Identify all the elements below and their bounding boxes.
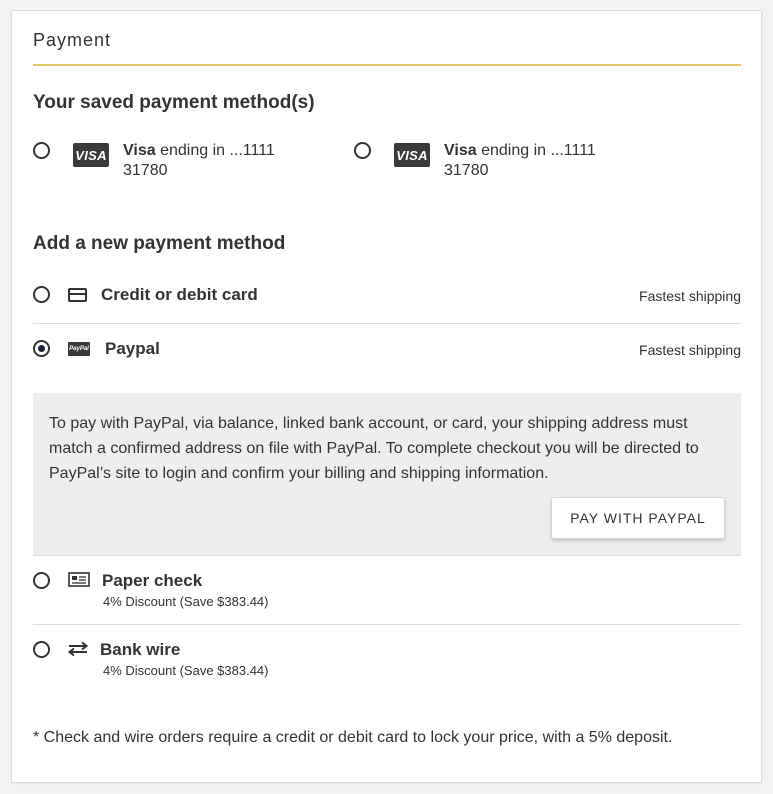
credit-card-radio[interactable] (33, 286, 50, 303)
saved-method-1-text: ending in ...1111 (155, 142, 275, 159)
bank-wire-discount: 4% Discount (Save $383.44) (103, 663, 269, 678)
visa-icon: VISA (73, 143, 109, 167)
pay-with-paypal-button[interactable]: PAY WITH PAYPAL (551, 497, 725, 539)
saved-method-1-brand: Visa (123, 142, 156, 159)
saved-method-2-brand: Visa (444, 142, 477, 159)
transfer-arrows-icon (68, 642, 88, 656)
payment-card: Payment Your saved payment method(s) VIS… (11, 10, 762, 783)
bank-wire-radio[interactable] (33, 641, 50, 658)
section-title: Payment (33, 30, 112, 50)
visa-icon: VISA (394, 143, 430, 167)
paypal-info-text: To pay with PayPal, via balance, linked … (49, 415, 699, 482)
saved-method-2[interactable]: Visa ending in ...1111 31780 (444, 141, 596, 181)
paypal-info-panel: To pay with PayPal, via balance, linked … (33, 393, 741, 555)
add-method-heading: Add a new payment method (33, 233, 286, 254)
credit-card-shipping-note: Fastest shipping (639, 288, 741, 304)
credit-card-label[interactable]: Credit or debit card (101, 285, 258, 305)
accent-divider (33, 64, 741, 66)
saved-method-1[interactable]: Visa ending in ...1111 31780 (123, 141, 275, 181)
saved-methods-heading: Your saved payment method(s) (33, 92, 315, 113)
bank-wire-label[interactable]: Bank wire (100, 640, 180, 660)
check-icon (68, 572, 90, 587)
credit-card-icon (68, 288, 87, 302)
paypal-label[interactable]: Paypal (105, 339, 160, 359)
paypal-shipping-note: Fastest shipping (639, 342, 741, 358)
divider (33, 555, 741, 556)
paper-check-discount: 4% Discount (Save $383.44) (103, 594, 269, 609)
divider (33, 323, 741, 324)
paper-check-label[interactable]: Paper check (102, 571, 202, 591)
divider (33, 624, 741, 625)
paypal-icon: PayPal (68, 342, 90, 356)
saved-method-2-sub: 31780 (444, 162, 489, 179)
footnote: * Check and wire orders require a credit… (33, 729, 673, 746)
saved-method-1-sub: 31780 (123, 162, 168, 179)
paypal-radio[interactable] (33, 340, 50, 357)
paper-check-radio[interactable] (33, 572, 50, 589)
saved-method-2-radio[interactable] (354, 142, 371, 159)
saved-method-2-text: ending in ...1111 (476, 142, 596, 159)
saved-method-1-radio[interactable] (33, 142, 50, 159)
